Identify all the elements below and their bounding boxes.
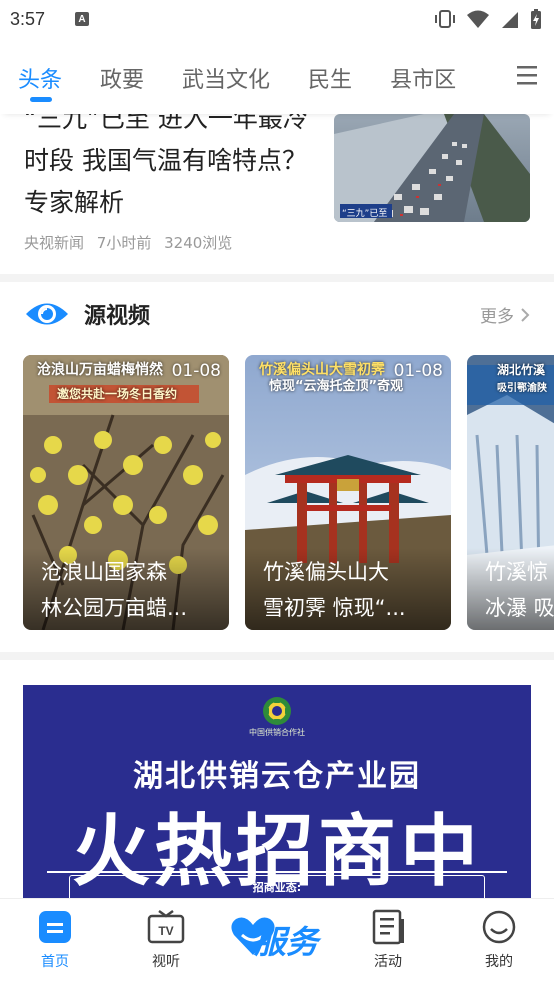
video-caption: 沧浪山国家森 林公园万亩蜡... xyxy=(23,548,229,630)
video-overlay-title: 沧浪山万亩蜡梅悄然 xyxy=(37,362,163,378)
nav-service-label: 服务 xyxy=(254,923,319,961)
nav-label: 视听 xyxy=(152,954,180,970)
ad-divider xyxy=(47,871,507,873)
video-caption: 竹溪偏头山大 雪初霁 惊现“... xyxy=(245,548,451,630)
category-tab-bar: 头条 政要 武当文化 民生 县市区 xyxy=(0,50,554,114)
nav-profile[interactable]: 我的 xyxy=(459,909,539,971)
ad-biz-label: 招商业态: xyxy=(252,881,302,894)
video-caption-line2: 雪初霁 惊现“... xyxy=(263,596,406,620)
section-divider xyxy=(0,274,554,282)
status-bar: 3:57 A xyxy=(0,0,554,38)
app-screen: 3:57 A 头条 政要 武当文化 民生 县市区 “三九”已至 进入一年最冷时段… xyxy=(0,0,554,984)
video-overlay-subtitle: 邀您共赴一场冬日香约 xyxy=(57,387,178,401)
video-caption: 竹溪惊 冰瀑 吸 xyxy=(467,548,554,630)
video-date: 01-08 xyxy=(171,361,221,381)
signal-icon xyxy=(502,12,518,28)
chevron-right-icon xyxy=(521,307,530,322)
video-overlay-subtitle: 吸引鄂渝陕 xyxy=(497,383,547,394)
article-views: 3240浏览 xyxy=(164,234,233,252)
video-date: 01-08 xyxy=(393,361,443,381)
video-caption-line2: 冰瀑 吸 xyxy=(485,596,554,620)
menu-icon[interactable] xyxy=(516,64,538,86)
nav-label: 我的 xyxy=(485,954,513,970)
article-meta: 央视新闻 7小时前 3240浏览 xyxy=(24,232,240,253)
video-caption-line1: 沧浪山国家森 xyxy=(41,560,167,584)
battery-icon xyxy=(531,9,541,29)
article-time: 7小时前 xyxy=(96,234,152,252)
article-source: 央视新闻 xyxy=(24,234,85,252)
smiley-profile-icon xyxy=(482,910,516,944)
section-divider xyxy=(0,652,554,660)
video-card[interactable]: 湖北竹溪 吸引鄂渝陕 竹溪惊 冰瀑 吸 xyxy=(467,355,554,630)
vibrate-icon xyxy=(435,10,455,28)
coop-logo-icon xyxy=(263,697,291,725)
home-icon xyxy=(39,911,71,943)
tab-politics[interactable]: 政要 xyxy=(100,50,144,114)
video-overlay-subtitle: 惊现“云海托金顶”奇观 xyxy=(269,379,404,394)
document-icon xyxy=(372,909,404,945)
article-title: “三九”已至 进入一年最冷时段 我国气温有啥特点？专家解析 xyxy=(24,114,308,217)
svg-text:TV: TV xyxy=(158,924,173,938)
status-icons xyxy=(434,8,542,30)
video-overlay-title: 湖北竹溪 xyxy=(497,363,546,377)
nav-home[interactable]: 首页 xyxy=(15,909,95,971)
tv-icon: TV xyxy=(147,909,185,944)
nav-media[interactable]: TV 视听 xyxy=(126,909,206,971)
video-card[interactable]: 竹溪偏头山大雪初霁 惊现“云海托金顶”奇观 01-08 竹溪偏头山大 雪初霁 惊… xyxy=(245,355,451,630)
video-section-header: 源视频 更多 xyxy=(24,296,530,332)
tab-headlines[interactable]: 头条 xyxy=(18,50,62,114)
more-link[interactable]: 更多 xyxy=(480,302,530,327)
ad-banner[interactable]: 中国供销合作社 湖北供销云仓产业园 火热招商中 招商业态: xyxy=(23,685,531,901)
more-label: 更多 xyxy=(480,307,514,327)
news-article-item[interactable]: “三九”已至 进入一年最冷时段 我国气温有啥特点？专家解析 央视新闻 7小时前 … xyxy=(0,114,554,274)
nav-service[interactable]: 服务 xyxy=(228,911,332,967)
section-title: 源视频 xyxy=(84,304,151,329)
nav-label: 活动 xyxy=(374,954,402,970)
wifi-icon xyxy=(467,10,489,28)
tab-counties[interactable]: 县市区 xyxy=(390,50,456,114)
thumbnail-caption: “三九”已至 xyxy=(342,209,388,219)
video-caption-line1: 竹溪偏头山大 xyxy=(263,560,389,584)
video-caption-line1: 竹溪惊 xyxy=(485,560,548,584)
nav-activity[interactable]: 活动 xyxy=(348,909,428,971)
ad-logo-text: 中国供销合作社 xyxy=(249,728,305,737)
video-carousel[interactable]: 沧浪山万亩蜡梅悄然 邀您共赴一场冬日香约 01-08 沧浪山国家森 林公园万亩蜡… xyxy=(23,355,554,631)
bottom-navigation: 首页 TV 视听 服务 活动 我的 xyxy=(0,898,554,984)
nav-label: 首页 xyxy=(41,954,69,970)
status-time: 3:57 xyxy=(10,8,46,29)
article-thumbnail: “三九”已至 xyxy=(334,114,530,222)
tab-livelihood[interactable]: 民生 xyxy=(308,50,352,114)
video-card[interactable]: 沧浪山万亩蜡梅悄然 邀您共赴一场冬日香约 01-08 沧浪山国家森 林公园万亩蜡… xyxy=(23,355,229,630)
video-caption-line2: 林公园万亩蜡... xyxy=(41,596,188,620)
accessibility-notification-icon: A xyxy=(75,12,90,26)
eye-icon xyxy=(26,303,68,325)
tab-wudang-culture[interactable]: 武当文化 xyxy=(182,50,270,114)
